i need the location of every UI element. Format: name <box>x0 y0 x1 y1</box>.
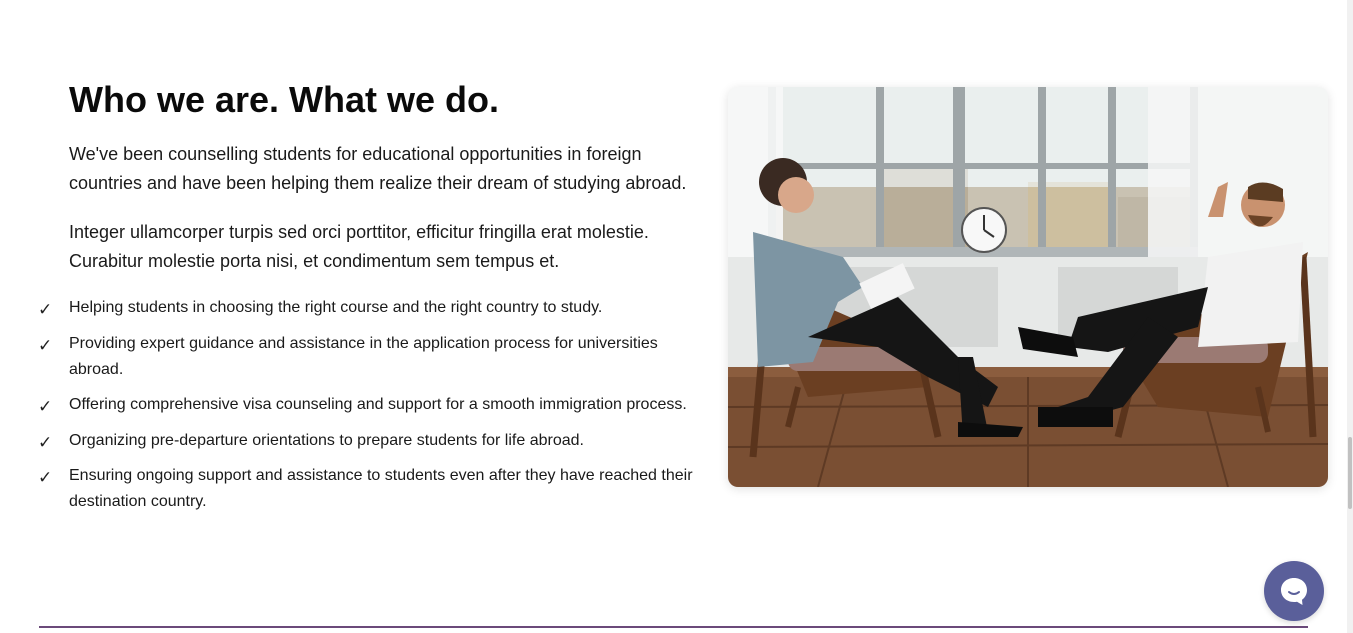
secondary-paragraph: Integer ullamcorper turpis sed orci port… <box>69 222 649 271</box>
chat-bubble-icon <box>1281 578 1307 605</box>
section-heading: Who we are. What we do. <box>69 79 500 120</box>
check-icon: ✓ <box>38 468 53 488</box>
section-divider <box>39 626 1308 628</box>
about-section: Who we are. What we do. We've been couns… <box>0 0 1347 633</box>
page-scrollbar[interactable] <box>1347 0 1353 633</box>
check-icon: ✓ <box>38 397 53 417</box>
feature-text: Organizing pre-departure orientations to… <box>69 431 584 449</box>
check-icon: ✓ <box>38 432 53 453</box>
feature-text: Helping students in choosing the right c… <box>69 299 603 316</box>
check-icon: ✓ <box>38 300 53 320</box>
intro-paragraph: We've been counselling students for educ… <box>69 144 687 193</box>
features-list: ✓ Helping students in choosing the right… <box>38 295 698 525</box>
scrollbar-thumb[interactable] <box>1348 437 1352 509</box>
feature-item: ✓ Ensuring ongoing support and assistanc… <box>38 463 698 515</box>
check-icon: ✓ <box>38 335 53 356</box>
feature-item: ✓ Helping students in choosing the right… <box>38 295 698 321</box>
counselling-session-photo <box>728 87 1328 487</box>
feature-item: ✓ Organizing pre-departure orientations … <box>38 428 698 454</box>
feature-text: Ensuring ongoing support and assistance … <box>69 467 693 510</box>
feature-item: ✓ Providing expert guidance and assistan… <box>38 331 698 383</box>
feature-text: Offering comprehensive visa counseling a… <box>69 396 687 413</box>
live-chat-button[interactable] <box>1264 561 1324 621</box>
feature-text: Providing expert guidance and assistance… <box>69 334 658 378</box>
feature-item: ✓ Offering comprehensive visa counseling… <box>38 392 698 418</box>
